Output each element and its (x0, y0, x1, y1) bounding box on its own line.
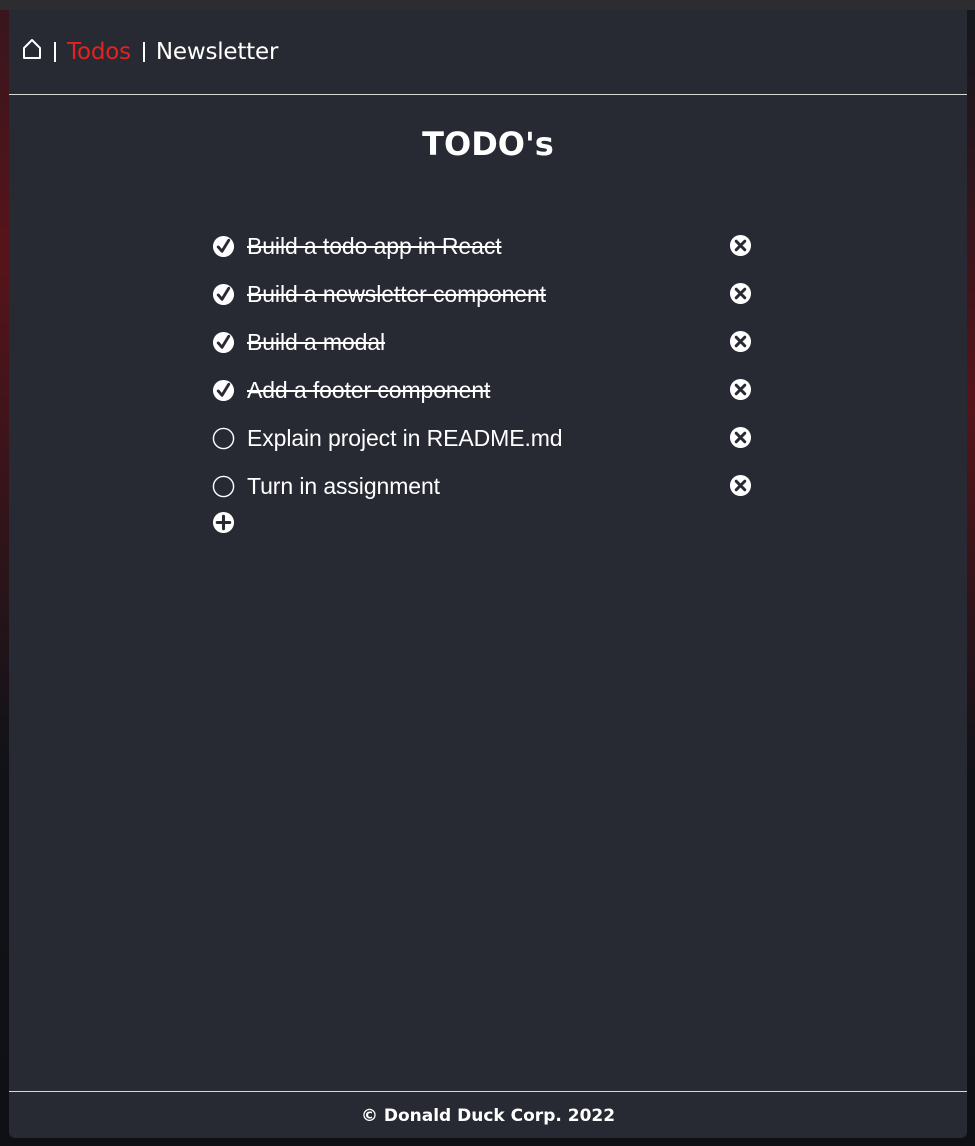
nav-link-newsletter[interactable]: Newsletter (156, 39, 279, 65)
empty-circle-icon[interactable] (212, 475, 235, 498)
home-icon[interactable] (22, 38, 42, 60)
x-circle-icon[interactable] (729, 378, 752, 401)
todo-text[interactable]: Turn in assignment (247, 473, 440, 500)
todo-item: Turn in assignment (212, 462, 762, 510)
footer-copyright: © Donald Duck Corp. 2022 (360, 1105, 616, 1126)
check-circle-icon[interactable] (212, 283, 235, 306)
todo-text[interactable]: Explain project in README.md (247, 425, 563, 452)
nav-separator (54, 42, 56, 62)
page-title: TODO's (422, 125, 554, 163)
plus-circle-icon[interactable] (212, 511, 235, 534)
todo-item: Add a footer component (212, 366, 762, 414)
check-circle-icon[interactable] (212, 331, 235, 354)
todo-list: Build a todo app in React Build a newsle… (212, 222, 762, 510)
x-circle-icon[interactable] (729, 330, 752, 353)
x-circle-icon[interactable] (729, 426, 752, 449)
navbar: Todos Newsletter (9, 10, 967, 95)
window-top-strip (0, 0, 975, 10)
app-container: Todos Newsletter TODO's Build a todo app… (9, 10, 967, 1138)
check-circle-icon[interactable] (212, 235, 235, 258)
todo-text[interactable]: Add a footer component (247, 377, 490, 404)
nav-link-todos[interactable]: Todos (67, 39, 131, 65)
todo-item: Build a modal (212, 318, 762, 366)
x-circle-icon[interactable] (729, 234, 752, 257)
todo-text[interactable]: Build a modal (247, 329, 385, 356)
todo-item: Build a todo app in React (212, 222, 762, 270)
x-circle-icon[interactable] (729, 474, 752, 497)
todo-text[interactable]: Build a newsletter component (247, 281, 546, 308)
todo-text[interactable]: Build a todo app in React (247, 233, 502, 260)
footer: © Donald Duck Corp. 2022 (9, 1091, 967, 1139)
check-circle-icon[interactable] (212, 379, 235, 402)
x-circle-icon[interactable] (729, 282, 752, 305)
nav-separator (142, 42, 145, 62)
todo-item: Build a newsletter component (212, 270, 762, 318)
todo-item: Explain project in README.md (212, 414, 762, 462)
empty-circle-icon[interactable] (212, 427, 235, 450)
